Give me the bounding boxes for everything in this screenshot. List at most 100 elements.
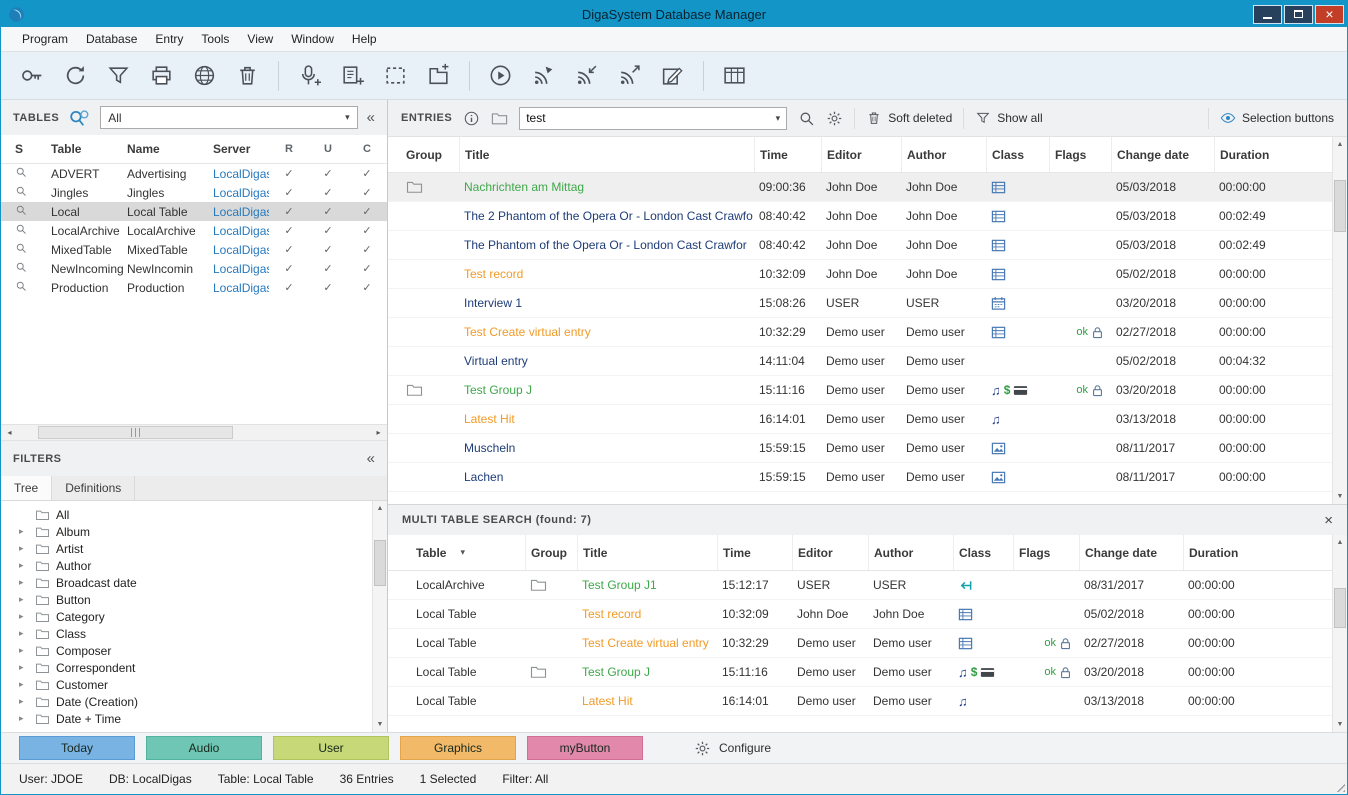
column-header-title[interactable]: Title (577, 535, 717, 570)
column-header-r[interactable]: R (269, 143, 305, 155)
menu-program[interactable]: Program (13, 32, 77, 46)
column-layout-button[interactable] (713, 57, 756, 95)
expand-arrow-icon[interactable]: ▸ (19, 577, 29, 588)
expand-arrow-icon[interactable]: ▸ (19, 594, 29, 605)
column-header-flags[interactable]: Flags (1013, 535, 1079, 570)
scrollbar-thumb[interactable] (374, 540, 386, 586)
scroll-up-button[interactable]: ▲ (1333, 535, 1347, 550)
search-tables-icon[interactable] (68, 108, 91, 128)
quick-button-mybutton[interactable]: myButton (527, 736, 643, 760)
configure-button[interactable]: Configure (694, 740, 771, 757)
expand-arrow-icon[interactable]: ▸ (19, 662, 29, 673)
scroll-down-button[interactable]: ▼ (1333, 717, 1347, 732)
expand-arrow-icon[interactable]: ▸ (19, 696, 29, 707)
scrollbar-thumb[interactable] (38, 426, 233, 439)
filter-tree-item[interactable]: ▸ Button (1, 591, 372, 608)
chevron-down-icon[interactable]: ▾ (460, 547, 465, 558)
scrollbar-track[interactable] (18, 425, 370, 440)
entry-row[interactable]: Test Group J 15:11:16 Demo user Demo use… (388, 376, 1332, 405)
scrollbar-track[interactable] (1333, 152, 1347, 489)
column-header-editor[interactable]: Editor (821, 137, 901, 172)
open-group-button[interactable] (491, 110, 508, 127)
entry-row[interactable]: Test Create virtual entry 10:32:29 Demo … (388, 318, 1332, 347)
filter-tree-item[interactable]: ▸ Correspondent (1, 659, 372, 676)
filter-tree-item[interactable]: ▸ Class (1, 625, 372, 642)
entry-row[interactable]: Test record 10:32:09 John Doe John Doe 0… (388, 260, 1332, 289)
entry-info-button[interactable] (463, 110, 480, 127)
column-header-class[interactable]: Class (986, 137, 1049, 172)
table-row[interactable]: ADVERT Advertising LocalDigas ✓ ✓ ✓ (1, 164, 387, 183)
search-result-row[interactable]: Local Table Test Create virtual entry 10… (388, 629, 1332, 658)
search-result-row[interactable]: LocalArchive Test Group J1 15:12:17 USER… (388, 571, 1332, 600)
column-header-flags[interactable]: Flags (1049, 137, 1111, 172)
menu-help[interactable]: Help (343, 32, 386, 46)
filter-tree-item[interactable]: ▸ Date (Creation) (1, 693, 372, 710)
search-input[interactable] (526, 111, 775, 125)
broadcast-in-button[interactable] (565, 57, 608, 95)
menu-database[interactable]: Database (77, 32, 146, 46)
search-result-row[interactable]: Local Table Test record 10:32:09 John Do… (388, 600, 1332, 629)
column-header-c[interactable]: C (347, 143, 383, 155)
tables-filter-dropdown[interactable]: All ▾ (100, 106, 357, 129)
print-button[interactable] (140, 57, 183, 95)
entry-row[interactable]: The Phantom of the Opera Or - London Cas… (388, 231, 1332, 260)
broadcast-play-button[interactable] (522, 57, 565, 95)
column-header-class[interactable]: Class (953, 535, 1013, 570)
expand-arrow-icon[interactable]: ▸ (19, 560, 29, 571)
column-header-title[interactable]: Title (459, 137, 754, 172)
selection-mode-button[interactable] (374, 57, 417, 95)
filter-tree-item[interactable]: ▸ Composer (1, 642, 372, 659)
column-header-author[interactable]: Author (868, 535, 953, 570)
refresh-button[interactable] (54, 57, 97, 95)
entry-row[interactable]: The 2 Phantom of the Opera Or - London C… (388, 202, 1332, 231)
scroll-up-button[interactable]: ▲ (1333, 137, 1347, 152)
entry-row-selected[interactable]: Nachrichten am Mittag 09:00:36 John Doe … (388, 173, 1332, 202)
quick-button-audio[interactable]: Audio (146, 736, 262, 760)
entry-search-combobox[interactable]: ▾ (519, 107, 787, 130)
selection-buttons-toggle[interactable]: Selection buttons (1220, 110, 1334, 126)
vertical-scrollbar[interactable]: ▲ ▼ (1332, 535, 1347, 732)
entry-row[interactable]: Latest Hit 16:14:01 Demo user Demo user … (388, 405, 1332, 434)
expand-arrow-icon[interactable]: ▸ (19, 713, 29, 724)
menu-view[interactable]: View (238, 32, 282, 46)
new-tab-button[interactable] (417, 57, 460, 95)
scroll-up-button[interactable]: ▲ (373, 501, 387, 516)
resize-grip[interactable] (1333, 780, 1345, 792)
filter-tree-item[interactable]: ▸ Broadcast date (1, 574, 372, 591)
vertical-scrollbar[interactable]: ▲ ▼ (1332, 137, 1347, 504)
column-header-server[interactable]: Server (209, 142, 269, 156)
table-row[interactable]: Jingles Jingles LocalDigas ✓ ✓ ✓ (1, 183, 387, 202)
quick-button-graphics[interactable]: Graphics (400, 736, 516, 760)
table-row[interactable]: LocalArchive LocalArchive LocalDigas ✓ ✓… (1, 221, 387, 240)
column-header-name[interactable]: Name (123, 142, 209, 156)
close-button[interactable]: × (1315, 5, 1344, 24)
quick-button-user[interactable]: User (273, 736, 389, 760)
column-header-author[interactable]: Author (901, 137, 986, 172)
expand-arrow-icon[interactable]: ▸ (19, 628, 29, 639)
edit-entry-button[interactable] (651, 57, 694, 95)
soft-deleted-button[interactable]: Soft deleted (866, 110, 952, 126)
expand-arrow-icon[interactable]: ▸ (19, 543, 29, 554)
play-button[interactable] (479, 57, 522, 95)
quick-button-today[interactable]: Today (19, 736, 135, 760)
broadcast-out-button[interactable] (608, 57, 651, 95)
scroll-right-button[interactable]: ▸ (370, 425, 387, 440)
filter-tree-item-all[interactable]: All (1, 506, 372, 523)
column-header-group[interactable]: Group (388, 137, 459, 172)
menu-tools[interactable]: Tools (192, 32, 238, 46)
search-settings-button[interactable] (826, 110, 843, 127)
column-header-group[interactable]: Group (525, 535, 577, 570)
record-entry-button[interactable] (288, 57, 331, 95)
tab-tree[interactable]: Tree (1, 476, 52, 500)
column-header-time[interactable]: Time (717, 535, 792, 570)
chevron-down-icon[interactable]: ▾ (776, 113, 781, 124)
menu-entry[interactable]: Entry (146, 32, 192, 46)
entry-row[interactable]: Interview 1 15:08:26 USER USER 03/20/201… (388, 289, 1332, 318)
table-row[interactable]: NewIncomings NewIncomin LocalDigas ✓ ✓ ✓ (1, 259, 387, 278)
entry-row[interactable]: Muscheln 15:59:15 Demo user Demo user 08… (388, 434, 1332, 463)
search-result-row[interactable]: Local Table Latest Hit 16:14:01 Demo use… (388, 687, 1332, 716)
delete-button[interactable] (226, 57, 269, 95)
show-all-button[interactable]: Show all (975, 110, 1042, 126)
collapse-tables-button[interactable]: « (367, 109, 375, 126)
expand-arrow-icon[interactable]: ▸ (19, 526, 29, 537)
